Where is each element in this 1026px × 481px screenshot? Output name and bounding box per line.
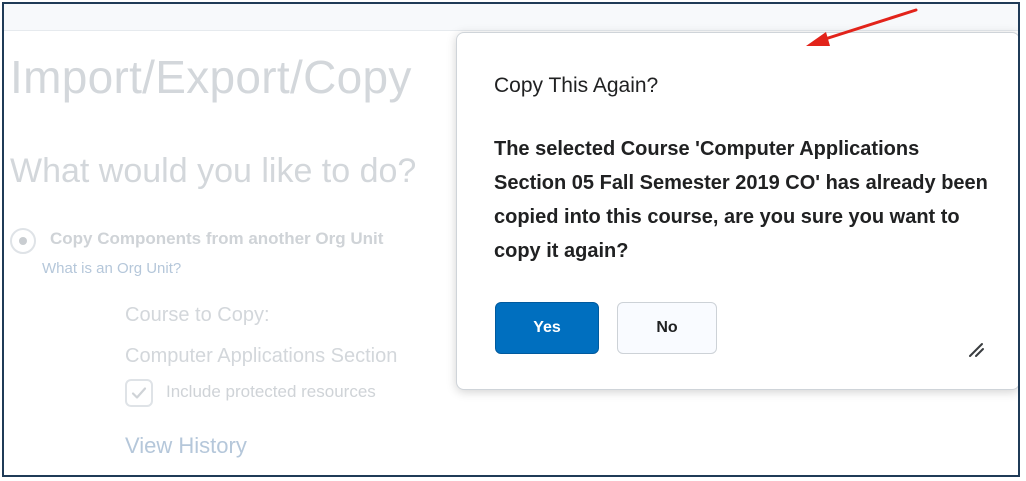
course-to-copy-value: Computer Applications Section (125, 345, 398, 367)
dialog-message: The selected Course 'Computer Applicatio… (494, 138, 988, 262)
page-title: Import/Export/Copy (10, 51, 412, 103)
copy-components-radio[interactable] (10, 228, 36, 254)
yes-button[interactable]: Yes (495, 302, 599, 354)
no-button[interactable]: No (617, 302, 717, 354)
resize-handle-icon[interactable] (966, 338, 986, 358)
copy-components-label: Copy Components from another Org Unit (50, 229, 384, 248)
include-protected-checkbox[interactable] (125, 379, 153, 407)
copy-again-dialog: Copy This Again? The selected Course 'Co… (456, 32, 1018, 390)
radio-selected-icon (19, 237, 27, 245)
checkmark-icon (131, 387, 147, 399)
import-export-copy-page: Import/Export/Copy What would you like t… (4, 4, 1018, 475)
dialog-title: Copy This Again? (494, 74, 659, 97)
include-protected-label: Include protected resources (166, 382, 376, 401)
redaction-bar (487, 159, 997, 172)
what-is-org-unit-link[interactable]: What is an Org Unit? (42, 260, 181, 277)
view-history-link[interactable]: View History (125, 433, 247, 459)
red-arrow-icon (806, 8, 918, 46)
screenshot-frame: Import/Export/Copy What would you like t… (2, 2, 1020, 477)
course-to-copy-label: Course to Copy: (125, 304, 270, 326)
section-title: What would you like to do? (10, 152, 417, 190)
